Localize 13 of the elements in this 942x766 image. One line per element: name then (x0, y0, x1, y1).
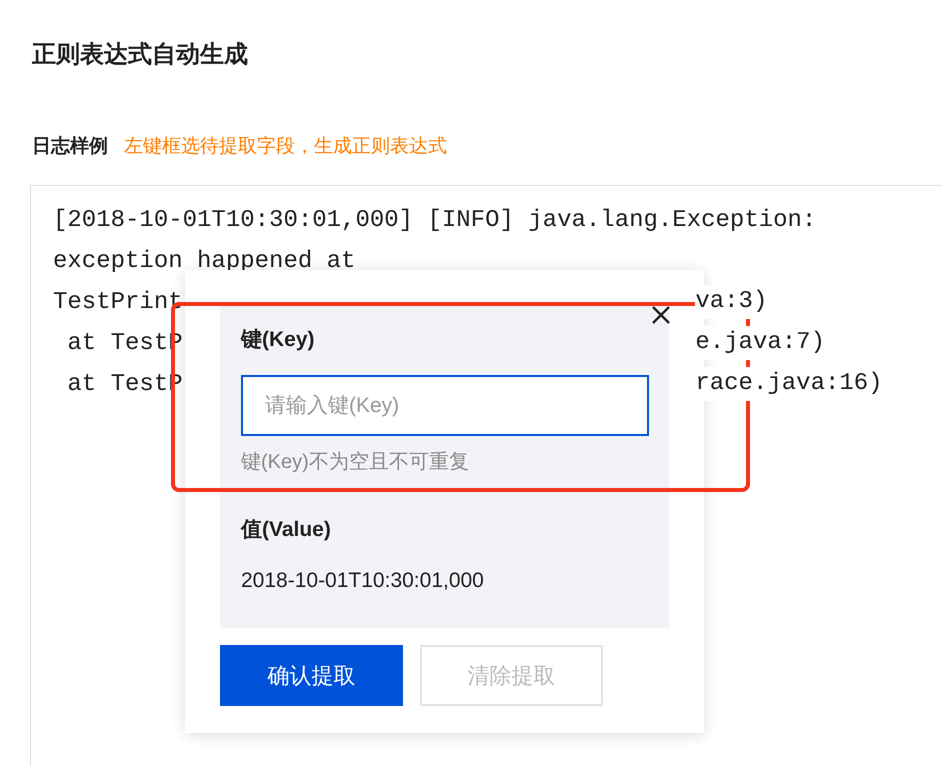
key-label: 键(Key) (241, 327, 316, 353)
key-input-field[interactable]: 请输入键(Key) (241, 375, 649, 436)
confirm-button[interactable]: 确认提取 (220, 645, 403, 706)
hint-text: 左键框选待提取字段，生成正则表达式 (124, 135, 447, 159)
log-text: TestPrint (53, 288, 183, 318)
close-icon[interactable] (652, 306, 670, 324)
value-label: 值(Value) (241, 517, 332, 543)
section-label: 日志样例 (32, 134, 108, 159)
log-text: [2018-10-01T10:30:01,000] [INFO] java.lang.Exception: (53, 206, 816, 236)
value-text: 2018-10-01T10:30:01,000 (241, 569, 485, 593)
page-title: 正则表达式自动生成 (32, 40, 248, 70)
help-text: 键(Key)不为空且不可重复 (241, 450, 470, 475)
log-text: exception happened at (53, 247, 356, 277)
